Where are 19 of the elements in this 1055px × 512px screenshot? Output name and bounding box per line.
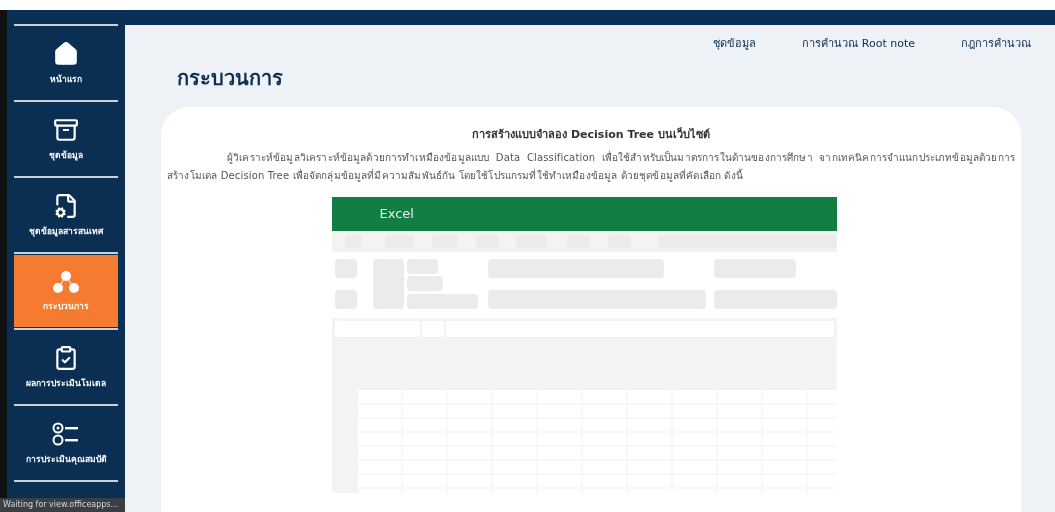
nav-link[interactable]: ชุดข้อมูล	[713, 36, 757, 53]
status-text: Waiting for view.officeapps...	[0, 498, 125, 512]
sidebar-item[interactable]: หน้าแรก	[14, 27, 118, 99]
nodes-icon	[53, 269, 79, 294]
card-paragraph: ผู้วิเคราะห์ข้อมูลวิเคราะห์ข้อมูลด้วยการทำเหมืองข้อมูลแบบ Data Classification เพื่อใช้สำหรับเป็นมาตรการในด้านของการศึกษา จากเทคนิคการจำแนกประเภทข้อมูลด้วยการสร้างโมเดล Decision Tree เพื่อจัดกลุ่มข้อมูลที่มีความสัมพันธ์กัน โดยใช้โปรแกรมที่ใช้ทำเหมืองข้อมูล ด้วยชุดข้อมูลที่คัดเลือก ดังนี้	[166, 149, 1016, 184]
card-heading: การสร้างแบบจำลอง Decision Tree บนเว็บไซต์	[472, 126, 710, 143]
home-icon	[53, 40, 79, 67]
drawer-icon	[53, 116, 79, 143]
sidebar-item[interactable]: ชุดข้อมูล	[14, 103, 118, 175]
sidebar-item[interactable]: ผลการประเมินโมเดล	[14, 331, 118, 403]
list-icon	[52, 420, 80, 447]
clipboard-check-icon	[53, 344, 79, 371]
nav-link[interactable]: การคำนวณ Root note	[802, 36, 915, 53]
nav-link[interactable]: กฎการคำนวณ	[961, 36, 1031, 53]
sidebar-item[interactable]: การประเมินคุณสมบัติ	[14, 407, 118, 479]
sidebar-item[interactable]: ชุดข้อมูลสารสนเทศ	[14, 179, 118, 251]
app-name: Excel	[379, 205, 414, 224]
page-title: กระบวนการ	[177, 64, 284, 92]
gear-document-icon	[53, 192, 79, 219]
